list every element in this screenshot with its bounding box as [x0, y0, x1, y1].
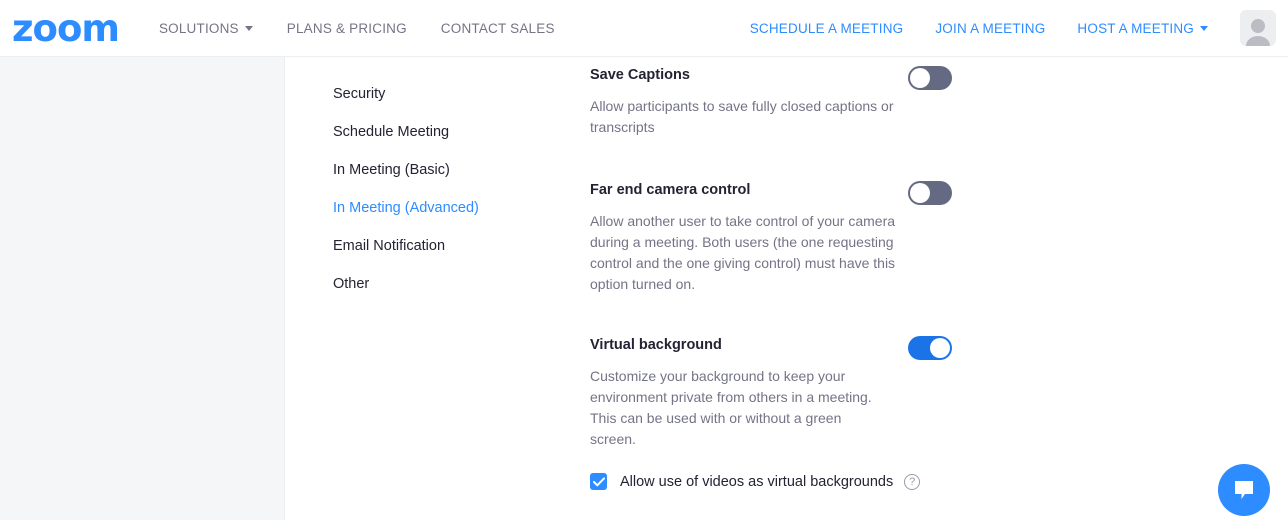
nav-link-contact-sales-label: CONTACT SALES — [440, 20, 555, 36]
checkmark-icon — [592, 476, 605, 486]
nav-link-contact-sales[interactable]: CONTACT SALES — [441, 21, 555, 36]
virtual-background-video-option-row: Allow use of videos as virtual backgroun… — [590, 473, 960, 490]
nav-link-schedule-a-meeting[interactable]: SCHEDULE A MEETING — [750, 21, 904, 36]
toggle-knob — [910, 68, 930, 88]
sidebar-item-label: Email Notification — [333, 238, 446, 254]
toggle-save-captions[interactable] — [908, 66, 952, 90]
nav-link-host-a-meeting[interactable]: HOST A MEETING — [1077, 21, 1208, 36]
toggle-far-end-camera-control[interactable] — [908, 181, 952, 205]
sidebar-item-label: In Meeting (Basic) — [333, 162, 450, 178]
setting-title: Save Captions — [590, 67, 690, 83]
sidebar-item-schedule-meeting[interactable]: Schedule Meeting — [285, 113, 590, 151]
nav-link-solutions-label: SOLUTIONS — [158, 20, 239, 36]
nav-link-join-a-meeting[interactable]: JOIN A MEETING — [935, 21, 1045, 36]
nav-link-solutions[interactable]: SOLUTIONS — [159, 21, 253, 36]
setting-description: Customize your background to keep your e… — [590, 368, 872, 447]
sidebar-item-label: Schedule Meeting — [333, 124, 450, 140]
toggle-knob — [930, 338, 950, 358]
nav-link-host-a-meeting-label: HOST A MEETING — [1077, 20, 1194, 36]
sidebar-item-security[interactable]: Security — [285, 75, 590, 113]
secondary-nav: SCHEDULE A MEETING JOIN A MEETING HOST A… — [750, 10, 1276, 46]
sidebar-item-label: Security — [333, 86, 386, 102]
checkbox-label: Allow use of videos as virtual backgroun… — [620, 473, 894, 490]
sidebar-item-in-meeting-advanced[interactable]: In Meeting (Advanced) — [285, 189, 590, 227]
setting-description: Allow participants to save fully closed … — [590, 98, 894, 135]
nav-link-plans-pricing[interactable]: PLANS & PRICING — [287, 21, 407, 36]
question-mark-icon[interactable]: ? — [904, 473, 921, 490]
toggle-knob — [910, 183, 930, 203]
toggle-virtual-background[interactable] — [908, 336, 952, 360]
avatar[interactable] — [1240, 10, 1276, 46]
nav-link-plans-pricing-label: PLANS & PRICING — [286, 20, 407, 36]
chevron-down-icon — [1200, 25, 1208, 31]
checkbox-allow-video-virtual-backgrounds[interactable] — [590, 473, 607, 490]
primary-nav: SOLUTIONS PLANS & PRICING CONTACT SALES — [159, 21, 589, 36]
nav-link-join-a-meeting-label: JOIN A MEETING — [935, 20, 1046, 36]
chat-support-button[interactable] — [1218, 464, 1270, 516]
sidebar-item-label: Other — [333, 276, 370, 292]
sidebar-item-label: In Meeting (Advanced) — [333, 200, 479, 216]
setting-description: Allow another user to take control of yo… — [590, 213, 896, 292]
left-gray-panel — [0, 57, 285, 520]
setting-save-captions: Save Captions Allow participants to save… — [590, 65, 960, 138]
setting-virtual-background: Virtual background Customize your backgr… — [590, 335, 960, 490]
user-avatar-icon — [1246, 19, 1270, 46]
settings-content: Save Captions Allow participants to save… — [590, 57, 1288, 520]
settings-side-menu: Security Schedule Meeting In Meeting (Ba… — [285, 57, 590, 520]
nav-link-schedule-a-meeting-label: SCHEDULE A MEETING — [749, 20, 904, 36]
setting-title: Far end camera control — [590, 182, 751, 198]
sidebar-item-other[interactable]: Other — [285, 265, 590, 303]
setting-title: Virtual background — [590, 337, 722, 353]
chevron-down-icon — [244, 25, 253, 31]
chat-bubble-icon — [1235, 480, 1253, 499]
top-navigation-bar: zoom SOLUTIONS PLANS & PRICING CONTACT S… — [0, 0, 1288, 57]
sidebar-item-in-meeting-basic[interactable]: In Meeting (Basic) — [285, 151, 590, 189]
zoom-logo[interactable]: zoom — [12, 10, 120, 47]
setting-far-end-camera-control: Far end camera control Allow another use… — [590, 180, 960, 295]
sidebar-item-email-notification[interactable]: Email Notification — [285, 227, 590, 265]
